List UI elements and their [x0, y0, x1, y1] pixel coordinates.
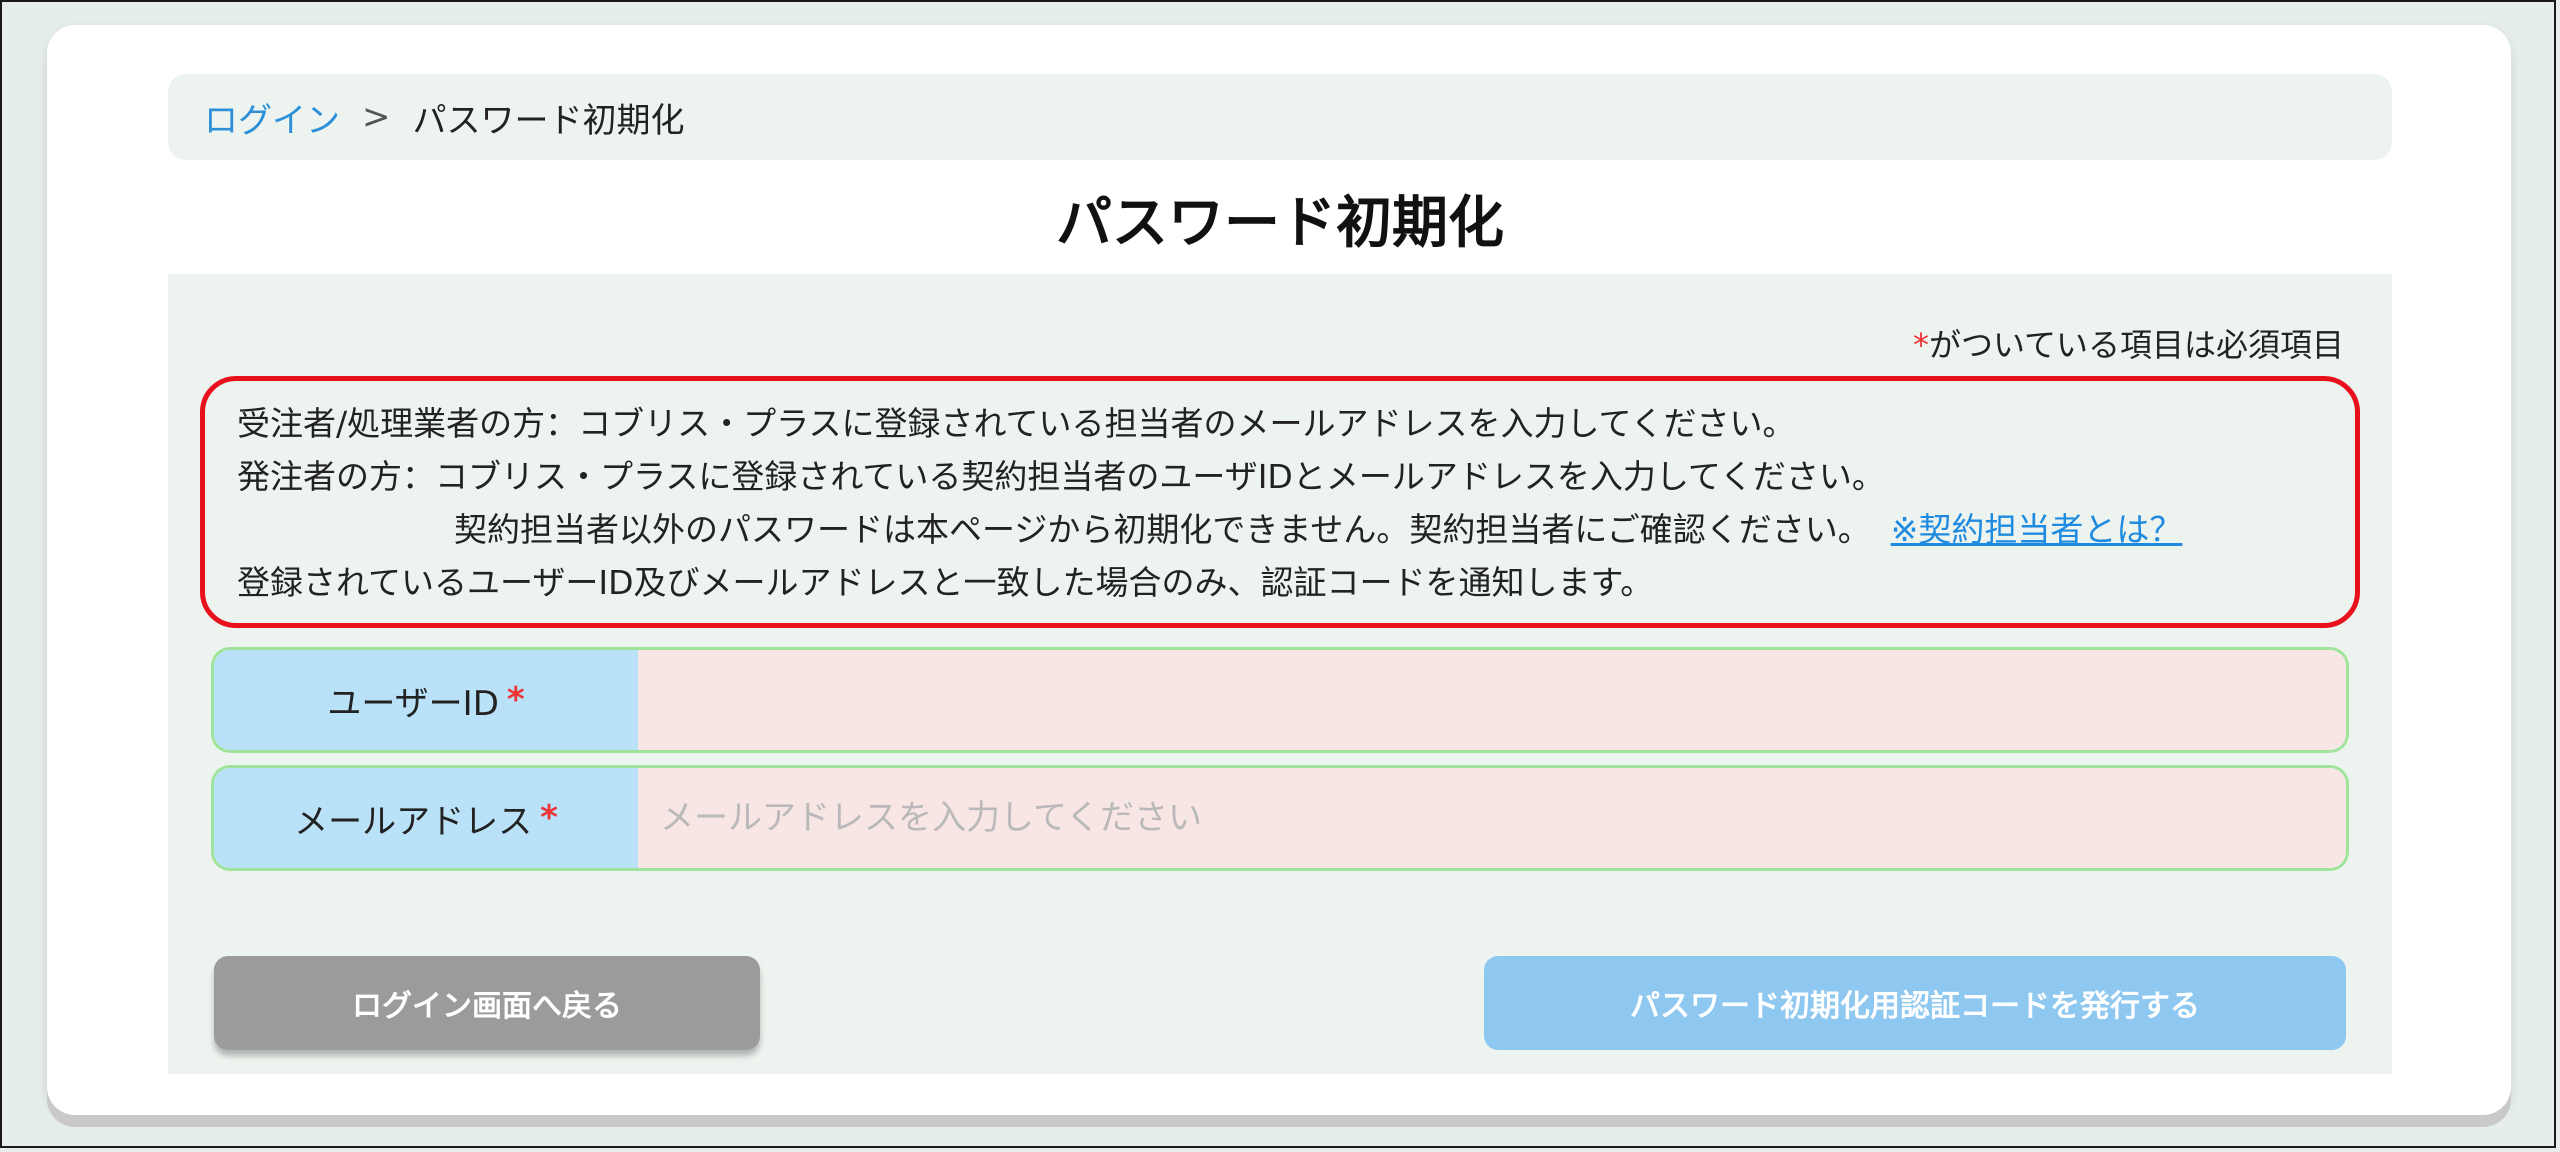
breadcrumb-login-link[interactable]: ログイン: [204, 93, 340, 142]
info-line-note: 契約担当者以外のパスワードは本ページから初期化できません。契約担当者にご確認くだ…: [237, 503, 2355, 556]
breadcrumb-separator: >: [362, 97, 391, 137]
user-id-input[interactable]: [638, 650, 2346, 750]
contract-manager-help-link[interactable]: ※契約担当者とは？: [1891, 510, 2183, 549]
required-note: *がついている項目は必須項目: [1913, 320, 2344, 366]
required-note-text: がついている項目は必須項目: [1928, 326, 2344, 364]
email-row: メールアドレス *: [214, 768, 2346, 868]
breadcrumb: ログイン > パスワード初期化: [168, 74, 2392, 160]
user-id-label: ユーザーID *: [214, 650, 638, 750]
email-required-star: *: [540, 798, 558, 838]
back-to-login-button[interactable]: ログイン画面へ戻る: [214, 956, 760, 1050]
info-box: 受注者/処理業者の方：コブリス・プラスに登録されている担当者のメールアドレスを入…: [200, 376, 2360, 628]
page-title: パスワード初期化: [1056, 191, 1504, 256]
user-id-required-star: *: [506, 680, 525, 720]
info-line-contractor: 受注者/処理業者の方：コブリス・プラスに登録されている担当者のメールアドレスを入…: [237, 404, 1796, 443]
email-label: メールアドレス *: [214, 768, 638, 868]
info-line-note-text: 契約担当者以外のパスワードは本ページから初期化できません。契約担当者にご確認くだ…: [454, 510, 1871, 549]
info-line-orderer: 発注者の方：コブリス・プラスに登録されている契約担当者のユーザIDとメールアドレ…: [237, 457, 1885, 496]
required-star: *: [1912, 326, 1929, 364]
email-label-text: メールアドレス: [294, 801, 533, 842]
info-line-notification: 登録されているユーザーID及びメールアドレスと一致した場合のみ、認証コードを通知…: [237, 563, 1654, 602]
form-panel: *がついている項目は必須項目 受注者/処理業者の方：コブリス・プラスに登録されて…: [168, 274, 2392, 1074]
breadcrumb-current: パスワード初期化: [412, 100, 685, 141]
user-id-label-text: ユーザーID: [327, 683, 499, 724]
user-id-row: ユーザーID *: [214, 650, 2346, 750]
issue-auth-code-button[interactable]: パスワード初期化用認証コードを発行する: [1484, 956, 2346, 1050]
email-input[interactable]: [638, 768, 2346, 868]
